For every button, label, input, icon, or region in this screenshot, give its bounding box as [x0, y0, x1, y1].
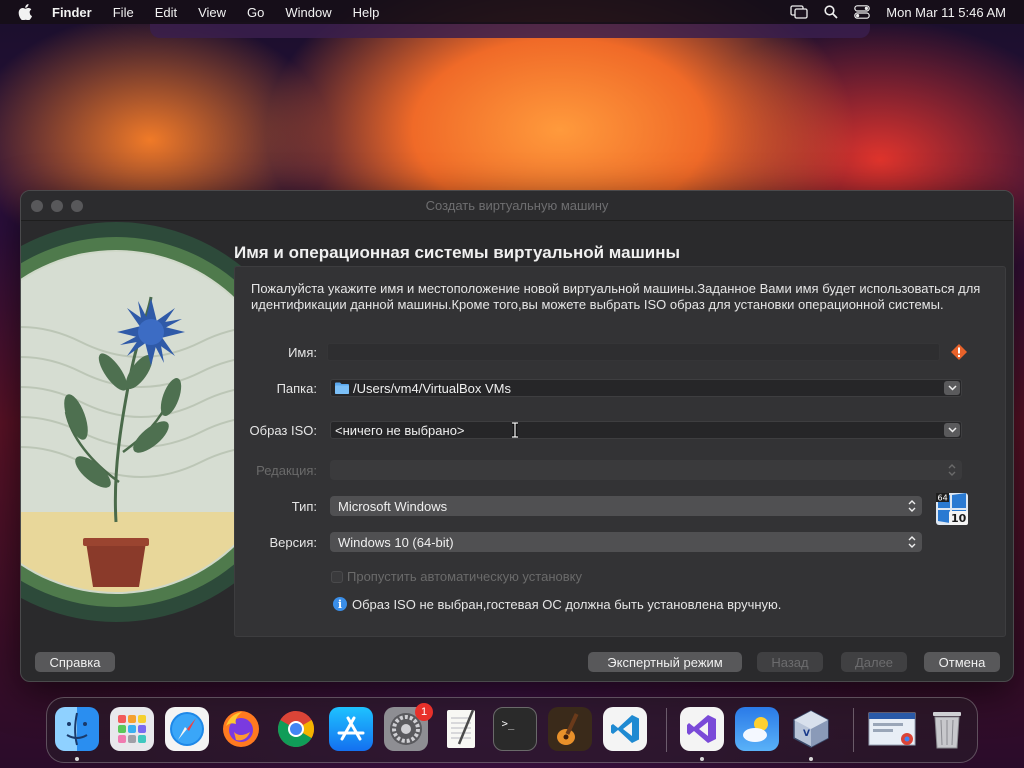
app-store-icon[interactable] — [329, 707, 373, 751]
firefox-icon[interactable] — [219, 707, 263, 751]
screen-mirroring-icon[interactable] — [790, 5, 808, 19]
skip-unattended-label: Пропустить автоматическую установку — [347, 569, 582, 584]
dock-separator — [666, 708, 667, 752]
settings-badge: 1 — [415, 703, 433, 721]
page-description: Пожалуйста укажите имя и местоположение … — [251, 281, 981, 312]
safari-icon[interactable] — [165, 707, 209, 751]
menu-bar: Finder File Edit View Go Window Help Mon… — [0, 0, 1024, 24]
iso-value: <ничего не выбрано> — [335, 422, 465, 438]
type-updown-icon — [908, 499, 916, 516]
finder-icon[interactable] — [55, 707, 99, 751]
name-label: Имя: — [288, 345, 317, 360]
virtualbox-running-dot — [809, 757, 813, 761]
info-icon: i — [333, 597, 347, 611]
wallpaper-band — [150, 22, 870, 38]
terminal-icon[interactable]: >_ — [493, 707, 537, 751]
dock: 1 >_ V — [46, 697, 978, 763]
svg-text:>_: >_ — [502, 718, 515, 730]
folder-label: Папка: — [276, 381, 317, 396]
dock-separator-2 — [853, 708, 854, 752]
apple-menu-icon[interactable] — [18, 4, 34, 20]
version-label: Версия: — [269, 535, 317, 550]
create-vm-window: Создать виртуальную машину Имя и операци… — [20, 190, 1014, 682]
edition-label: Редакция: — [256, 463, 317, 478]
folder-icon — [335, 382, 349, 394]
iso-dropdown-arrow[interactable] — [944, 423, 960, 437]
form-panel: Пожалуйста укажите имя и местоположение … — [234, 266, 1006, 637]
folder-combobox[interactable]: /Users/vm4/VirtualBox VMs — [330, 379, 962, 397]
spotlight-search-icon[interactable] — [824, 5, 838, 19]
menu-app-name[interactable]: Finder — [52, 5, 92, 20]
minimize-button[interactable] — [51, 200, 63, 212]
warning-icon — [951, 344, 967, 360]
folder-dropdown-arrow[interactable] — [944, 381, 960, 395]
edition-select — [330, 460, 962, 480]
type-select[interactable]: Microsoft Windows — [330, 496, 922, 516]
info-message: Образ ISO не выбран,гостевая ОС должна б… — [352, 597, 782, 612]
close-button[interactable] — [31, 200, 43, 212]
virtualbox-icon[interactable]: V — [789, 707, 833, 751]
mouse-cursor-icon — [511, 421, 521, 441]
zoom-button[interactable] — [71, 200, 83, 212]
launchpad-icon[interactable] — [110, 707, 154, 751]
expert-mode-button[interactable]: Экспертный режим — [588, 652, 742, 672]
weather-icon[interactable] — [735, 707, 779, 751]
iso-label: Образ ISO: — [249, 423, 317, 438]
minimized-window-icon[interactable] — [867, 707, 917, 751]
menu-view[interactable]: View — [198, 5, 226, 20]
menu-clock[interactable]: Mon Mar 11 5:46 AM — [886, 5, 1006, 20]
os-badge-64: 64 — [938, 494, 948, 503]
windows-10-os-icon: 64 10 — [936, 493, 968, 525]
help-button[interactable]: Справка — [35, 652, 115, 672]
garageband-icon[interactable] — [548, 707, 592, 751]
window-titlebar[interactable]: Создать виртуальную машину — [21, 191, 1013, 221]
menu-window[interactable]: Window — [285, 5, 331, 20]
textedit-icon[interactable] — [439, 707, 483, 751]
visual-studio-icon[interactable] — [680, 707, 724, 751]
type-value: Microsoft Windows — [338, 498, 448, 514]
page-heading: Имя и операционная системы виртуальной м… — [234, 243, 680, 262]
folder-path: /Users/vm4/VirtualBox VMs — [353, 380, 511, 396]
os-badge-10: 10 — [951, 512, 967, 525]
finder-running-dot — [75, 757, 79, 761]
menu-file[interactable]: File — [113, 5, 134, 20]
menu-help[interactable]: Help — [353, 5, 380, 20]
version-select[interactable]: Windows 10 (64-bit) — [330, 532, 922, 552]
menu-go[interactable]: Go — [247, 5, 264, 20]
next-button[interactable]: Далее — [841, 652, 907, 672]
version-updown-icon — [908, 535, 916, 552]
svg-text:V: V — [803, 729, 810, 739]
trash-icon[interactable] — [925, 707, 969, 751]
chrome-icon[interactable] — [274, 707, 318, 751]
skip-unattended-checkbox — [331, 571, 343, 583]
window-title: Создать виртуальную машину — [425, 198, 609, 213]
edition-updown-icon — [948, 463, 956, 480]
iso-combobox[interactable]: <ничего не выбрано> — [330, 421, 962, 439]
version-value: Windows 10 (64-bit) — [338, 534, 454, 550]
control-center-icon[interactable] — [854, 5, 871, 19]
vscode-icon[interactable] — [603, 707, 647, 751]
type-label: Тип: — [291, 499, 317, 514]
menu-edit[interactable]: Edit — [155, 5, 177, 20]
back-button[interactable]: Назад — [757, 652, 823, 672]
name-input[interactable] — [327, 343, 940, 361]
window-controls — [31, 200, 83, 212]
cancel-button[interactable]: Отмена — [924, 652, 1000, 672]
visual-studio-running-dot — [700, 757, 704, 761]
